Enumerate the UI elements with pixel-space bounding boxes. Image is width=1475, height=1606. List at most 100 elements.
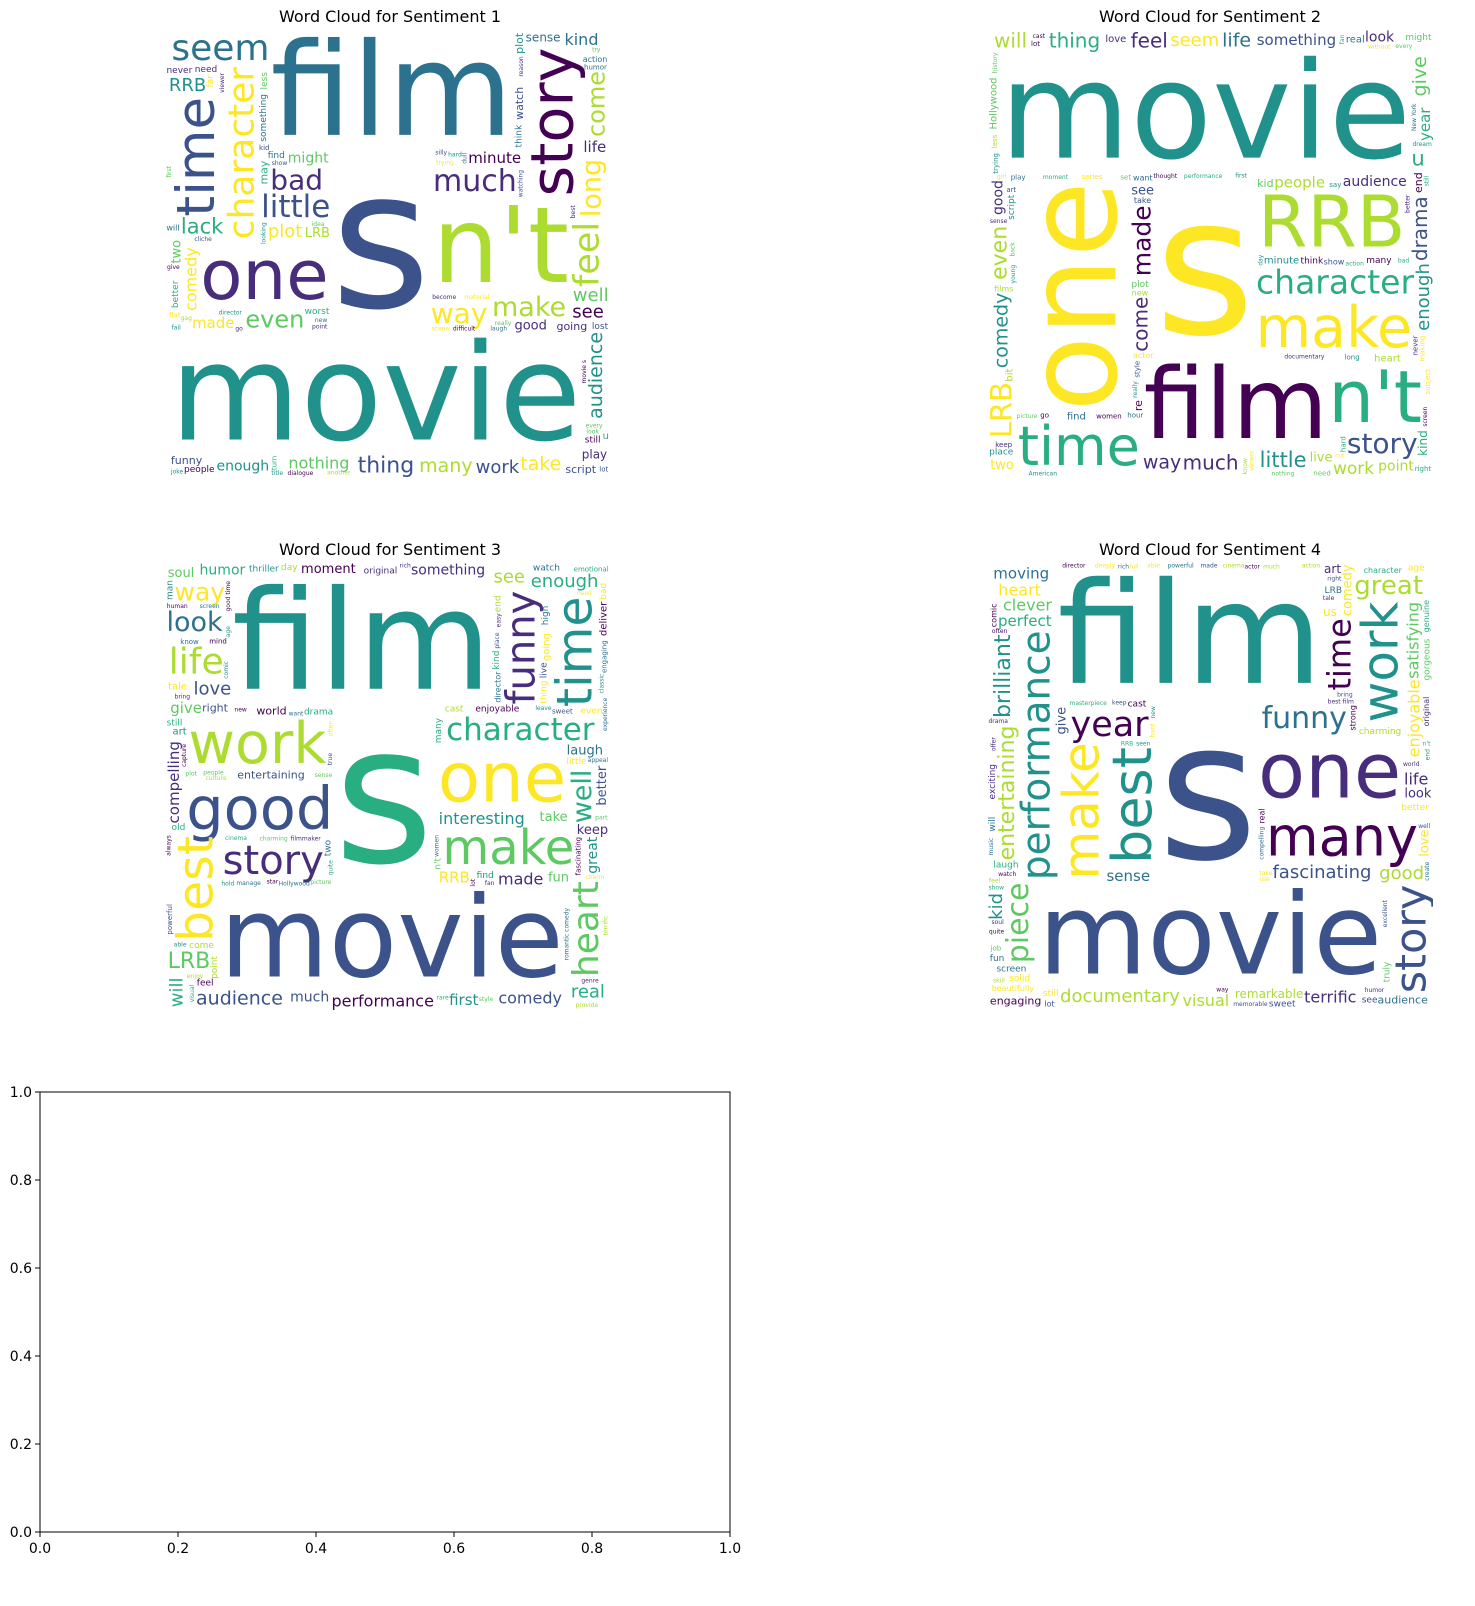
cloud-word: good [514,318,546,333]
cloud-word: may [258,160,271,184]
cloud-word: still [1043,989,1059,999]
cloud-word: point [210,955,220,978]
cloud-word: way [1216,987,1229,994]
cloud-word: looking [261,222,268,244]
cloud-word: right [202,701,229,714]
cloud-word: think [515,124,525,147]
cloud-word: lack [181,214,224,238]
cloud-word: humor [200,562,246,578]
cloud-word: thing [540,681,550,704]
cloud-word: enough [1413,263,1433,331]
cloud-word: world [256,704,286,717]
cloud-word: film [270,30,513,166]
cloud-word: trying [992,153,1000,174]
cloud-word: seen [1136,740,1151,747]
cloud-word: skill [993,977,1005,984]
cloud-word: subject [1424,369,1432,395]
cloud-word: moment [301,562,356,577]
cloud-word: give [170,699,202,717]
word-cloud-3: s film movie one make good work story character f… [165,562,610,1010]
cloud-word: love [1417,829,1432,856]
cloud-word: work [1333,459,1374,478]
cloud-word: classic [599,674,606,694]
cloud-word: thought [1154,173,1178,180]
cloud-word: beautifully [992,984,1035,993]
cloud-word: kind [492,651,502,670]
cloud-word: easy [495,613,502,627]
cloud-word: thing [1049,30,1100,52]
cloud-word: entertaining [237,769,304,782]
cloud-word: star [267,879,279,886]
cloud-word: day [1257,254,1264,265]
cloud-word: compelling [1258,827,1265,860]
cloud-word: best film [1328,698,1354,705]
cloud-word: n't [433,857,443,869]
cloud-word: two [169,240,184,264]
cloud-word: moment [1043,174,1069,181]
cloud-word: RRB [1258,181,1405,264]
cloud-word: original [1422,697,1431,727]
cloud-word: documentary [1060,986,1180,1007]
cloud-word: films [994,284,1013,293]
cloud-word: character [222,67,263,240]
cloud-word: dream [1412,141,1432,148]
cloud-word: manage [236,880,261,887]
cloud-word: many [434,717,444,743]
cloud-word: plot [268,221,303,242]
cloud-word: brilliant [991,634,1016,718]
cloud-word: want [289,710,304,717]
cloud-word: take [1134,196,1151,205]
cloud-word: going [556,320,587,333]
cloud-word: lot [1031,40,1040,48]
cloud-word: show [1324,258,1345,267]
cloud-word: emotional [574,565,609,573]
cloud-word: keep [995,441,1012,449]
cloud-word: action [583,55,608,64]
cloud-word: movie [1000,34,1412,190]
cloud-word: audience [1343,174,1407,190]
cloud-word: New York [1411,103,1418,131]
cloud-word: re [1132,400,1145,411]
cloud-word: director [219,310,243,317]
cloud-word: life [583,138,606,156]
cloud-word: rich [1118,564,1129,571]
cloud-word: story [1347,427,1418,460]
cloud-word: will [988,817,998,832]
word-cloud-svg: sfilmmovieoneperformance manyfunnybestmak… [987,562,1433,1010]
cloud-word: culture [206,775,227,782]
cloud-word: part [595,815,608,822]
cloud-word: day [281,563,298,573]
cloud-word: enough [216,459,269,475]
cloud-word: enough [531,571,599,592]
cloud-word: life [1222,30,1251,52]
cloud-word: Hollywood [988,78,999,130]
cloud-word: RRB [169,75,206,96]
cloud-word: able [174,942,187,949]
cloud-word: go [235,326,243,333]
cloud-word: two [323,839,333,856]
cloud-word: girl [997,173,1007,180]
cloud-word: watching [518,170,525,198]
cloud-word: work [1351,601,1409,722]
cloud-word: perfect [998,612,1052,630]
cloud-word: performance [1184,173,1223,180]
cloud-word: find [1067,411,1086,422]
cloud-word: drama [1408,196,1432,261]
cloud-word: plot [185,770,197,777]
cloud-word: engaging [600,640,608,673]
cloud-word: minute [468,149,521,167]
cloud-word: best [168,836,225,942]
cloud-word: love [194,679,232,700]
cloud-word: new [1132,288,1149,297]
cloud-word: made [1200,563,1217,570]
cloud-word: going [541,633,552,661]
cloud-word: excellent [1382,899,1389,927]
cloud-word: look [586,429,599,436]
cloud-word: first [1235,173,1247,180]
cloud-word: job [989,944,1001,952]
cloud-word: set [1120,173,1131,181]
cloud-word: s [1155,156,1255,379]
cloud-word: sense [1106,867,1150,885]
cloud-word: better [595,765,610,805]
cloud-word: bad [270,163,323,196]
